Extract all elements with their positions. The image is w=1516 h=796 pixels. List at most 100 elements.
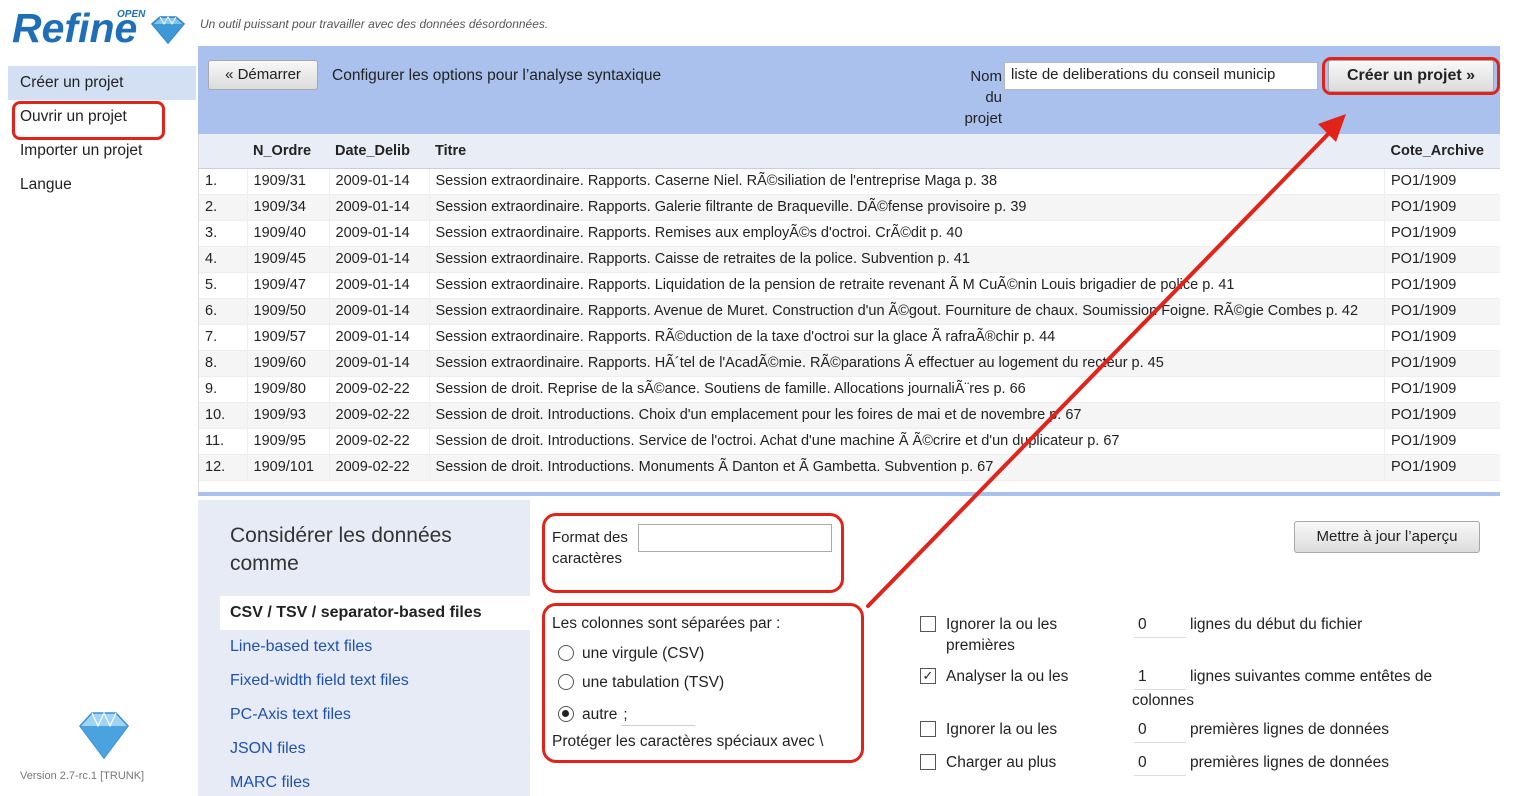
cell-titre: Session extraordinaire. Rapports. Remise… [429, 220, 1385, 247]
table-body: 1. 1909/31 2009-01-14 Session extraordinair… [199, 168, 1500, 481]
ignore-first-suffix: lignes du début du fichier [1190, 616, 1363, 633]
cell-titre: Session extraordinaire. Rapports. Casern… [429, 168, 1385, 195]
start-over-button[interactable]: « Démarrer [208, 60, 318, 90]
table-row: 9. 1909/80 2009-02-22 Session de droit. Rep… [199, 376, 1500, 403]
menu-language[interactable]: Langue [8, 168, 196, 202]
header-lines-input[interactable]: 1 [1134, 666, 1186, 690]
diamond-logo-icon [79, 711, 129, 760]
radio-other-label: autre [582, 706, 618, 724]
cell-index: 12. [199, 454, 248, 481]
cell-index: 8. [199, 350, 248, 377]
cell-date-delib: 2009-01-14 [329, 298, 430, 325]
format-marc[interactable]: MARC files [220, 766, 530, 796]
cell-cote-archive: PO1/1909 [1384, 324, 1500, 351]
limit-load-input[interactable]: 0 [1134, 752, 1186, 776]
menu-open-project[interactable]: Ouvrir un projet [8, 100, 196, 140]
cell-titre: Session de droit. Reprise de la sÃ©ance.… [429, 376, 1385, 403]
cell-date-delib: 2009-01-14 [329, 194, 430, 221]
ignore-first-checkbox[interactable] [920, 616, 936, 632]
option-limit-load: Charger au plus 0 premières lignes de do… [920, 752, 1480, 776]
project-name-label: Nom du projet [964, 68, 1002, 127]
format-line-based[interactable]: Line-based text files [220, 630, 530, 664]
cell-date-delib: 2009-01-14 [329, 324, 430, 351]
cell-cote-archive: PO1/1909 [1384, 376, 1500, 403]
cell-index: 11. [199, 428, 248, 455]
skip-data-checkbox[interactable] [920, 721, 936, 737]
cell-titre: Session extraordinaire. Rapports. Caisse… [429, 246, 1385, 273]
format-csv-tsv[interactable]: CSV / TSV / separator-based files [220, 596, 530, 630]
format-list: CSV / TSV / separator-based files Line-b… [220, 596, 530, 796]
separator-title: Les colonnes sont séparées par : [552, 615, 781, 632]
other-separator-input[interactable]: ; [621, 704, 696, 726]
cell-titre: Session extraordinaire. Rapports. Galeri… [429, 194, 1385, 221]
create-project-button[interactable]: Créer un projet » [1328, 60, 1494, 92]
cell-n-ordre: 1909/50 [247, 298, 330, 325]
limit-load-checkbox[interactable] [920, 754, 936, 770]
cell-date-delib: 2009-01-14 [329, 168, 430, 195]
update-preview-button[interactable]: Mettre à jour l’aperçu [1294, 521, 1480, 553]
limit-load-label: Charger au plus [946, 754, 1057, 771]
format-pc-axis[interactable]: PC-Axis text files [220, 698, 530, 732]
table-row: 10. 1909/93 2009-02-22 Session de droit. In… [199, 402, 1500, 429]
cell-cote-archive: PO1/1909 [1384, 350, 1500, 377]
cell-date-delib: 2009-02-22 [329, 376, 430, 403]
cell-date-delib: 2009-02-22 [329, 454, 430, 481]
cell-n-ordre: 1909/31 [247, 168, 330, 195]
column-header-n-ordre: N_Ordre [247, 134, 329, 169]
radio-csv-indicator[interactable] [558, 645, 574, 661]
radio-other-indicator[interactable] [558, 706, 574, 723]
cell-date-delib: 2009-01-14 [329, 246, 430, 273]
radio-tsv-indicator[interactable] [558, 674, 574, 690]
table-row: 7. 1909/57 2009-01-14 Session extraordinair… [199, 324, 1500, 351]
preview-divider [198, 492, 1500, 496]
radio-csv[interactable]: une virgule (CSV) [558, 645, 704, 663]
encoding-input[interactable] [638, 524, 832, 552]
cell-titre: Session de droit. Introductions. Service… [429, 428, 1385, 455]
cell-titre: Session extraordinaire. Rapports. Avenue… [429, 298, 1385, 325]
radio-tsv[interactable]: une tabulation (TSV) [558, 674, 724, 692]
format-json[interactable]: JSON files [220, 732, 530, 766]
ignore-first-input[interactable]: 0 [1134, 614, 1186, 638]
cell-cote-archive: PO1/1909 [1384, 194, 1500, 221]
cell-n-ordre: 1909/40 [247, 220, 330, 247]
preview-table: N_Ordre Date_Delib Titre Cote_Archive 1.… [199, 134, 1500, 481]
cell-cote-archive: PO1/1909 [1384, 272, 1500, 299]
cell-index: 5. [199, 272, 248, 299]
cell-titre: Session extraordinaire. Rapports. RÃ©duc… [429, 324, 1385, 351]
option-ignore-first: Ignorer la ou les premières 0 lignes du … [920, 614, 1480, 658]
skip-data-suffix: premières lignes de données [1190, 721, 1390, 738]
cell-index: 7. [199, 324, 248, 351]
cell-titre: Session extraordinaire. Rapports. HÃ´tel… [429, 350, 1385, 377]
radio-csv-label: une virgule (CSV) [582, 645, 705, 662]
cell-cote-archive: PO1/1909 [1384, 454, 1500, 481]
cell-n-ordre: 1909/93 [247, 402, 330, 429]
cell-titre: Session de droit. Introductions. Choix d… [429, 402, 1385, 429]
format-fixed-width[interactable]: Fixed-width field text files [220, 664, 530, 698]
cell-n-ordre: 1909/80 [247, 376, 330, 403]
cell-cote-archive: PO1/1909 [1384, 402, 1500, 429]
menu-create-project[interactable]: Créer un projet [8, 66, 196, 100]
option-header-lines: ✓ Analyser la ou les 1 lignes suivantes … [920, 666, 1480, 710]
header-lines-checkbox[interactable]: ✓ [920, 668, 936, 684]
cell-n-ordre: 1909/60 [247, 350, 330, 377]
cell-n-ordre: 1909/47 [247, 272, 330, 299]
limit-load-suffix: premières lignes de données [1190, 754, 1390, 771]
table-header-row: N_Ordre Date_Delib Titre Cote_Archive [199, 134, 1500, 169]
cell-index: 3. [199, 220, 248, 247]
cell-n-ordre: 1909/95 [247, 428, 330, 455]
cell-date-delib: 2009-01-14 [329, 272, 430, 299]
header-lines-suffix-wrap: colonnes [1132, 692, 1195, 709]
logo-open-label: OPEN [117, 9, 146, 20]
cell-cote-archive: PO1/1909 [1384, 246, 1500, 273]
version-text: Version 2.7-rc.1 [TRUNK] [20, 770, 145, 782]
table-row: 1. 1909/31 2009-01-14 Session extraordinair… [199, 168, 1500, 195]
cell-index: 10. [199, 402, 248, 429]
skip-data-input[interactable]: 0 [1134, 719, 1186, 743]
table-row: 2. 1909/34 2009-01-14 Session extraordinair… [199, 194, 1500, 221]
cell-index: 9. [199, 376, 248, 403]
option-skip-data: Ignorer la ou les 0 premières lignes de … [920, 719, 1480, 743]
project-name-input[interactable]: liste de deliberations du conseil munici… [1004, 62, 1318, 90]
cell-index: 6. [199, 298, 248, 325]
radio-other[interactable]: autre; [558, 704, 696, 726]
ignore-first-label: Ignorer la ou les premières [946, 616, 1058, 654]
